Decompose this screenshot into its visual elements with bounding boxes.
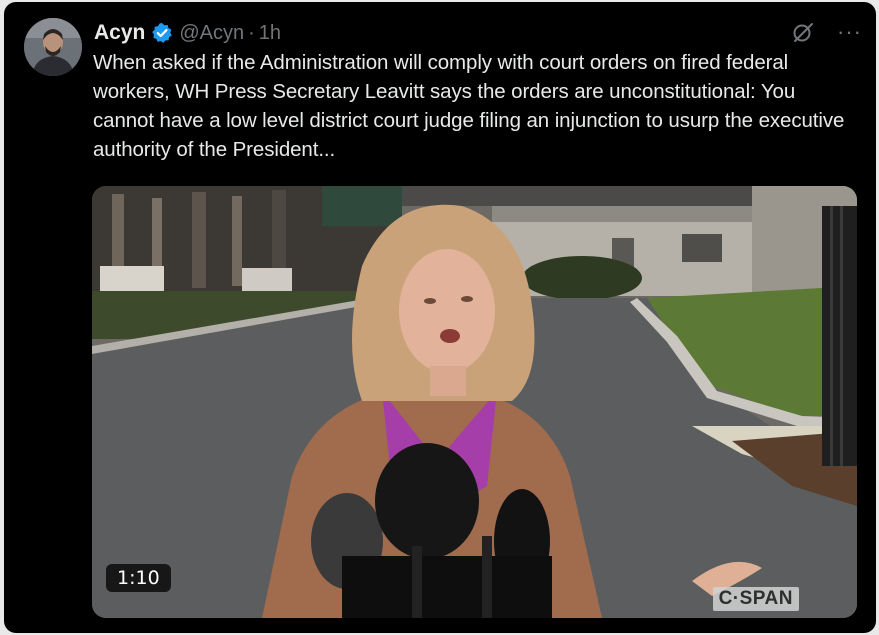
video-duration-badge: 1:10 xyxy=(106,564,171,592)
cspan-watermark: C·SPAN xyxy=(712,587,799,611)
author-display-name[interactable]: Acyn xyxy=(94,21,145,45)
tweet-header: Acyn @Acyn · 1h xyxy=(94,19,281,47)
tweet-text: When asked if the Administration will co… xyxy=(93,51,845,161)
verified-badge-icon xyxy=(151,22,173,44)
tweet-card[interactable]: Acyn @Acyn · 1h ··· When asked if the Ad… xyxy=(4,2,876,633)
video-frame xyxy=(92,186,857,618)
video-player[interactable]: 1:10 C·SPAN xyxy=(92,186,857,618)
avatar[interactable] xyxy=(24,18,82,76)
tweet-timestamp[interactable]: 1h xyxy=(259,22,281,45)
more-options-icon[interactable]: ··· xyxy=(837,21,862,43)
header-actions: ··· xyxy=(791,20,862,44)
grok-icon[interactable] xyxy=(791,20,815,44)
separator-dot: · xyxy=(248,21,255,44)
author-handle[interactable]: @Acyn xyxy=(179,22,244,45)
